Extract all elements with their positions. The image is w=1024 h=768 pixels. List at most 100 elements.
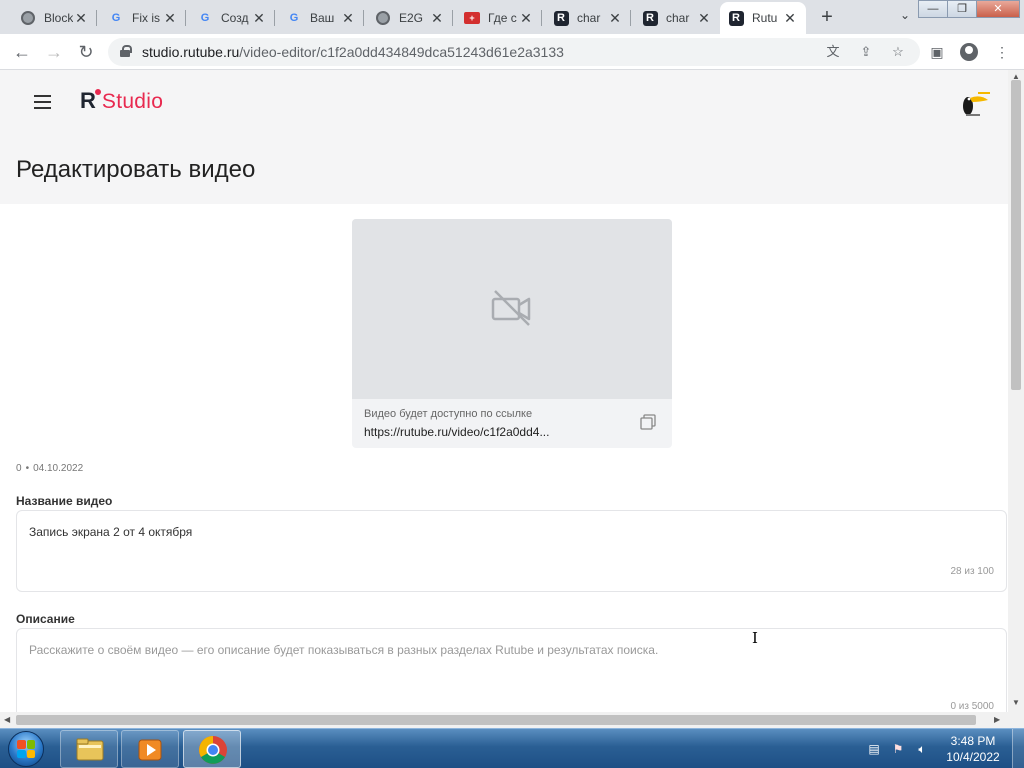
tab-title: Block: [44, 11, 73, 25]
folder-icon: [76, 738, 104, 761]
close-tab-icon[interactable]: ✕: [518, 10, 534, 26]
browser-tab[interactable]: Block ✕: [12, 2, 97, 34]
google-icon: G: [200, 12, 210, 24]
tab-title: char: [577, 11, 601, 25]
profile-avatar-icon[interactable]: [959, 42, 979, 62]
windows-logo-icon: [17, 740, 35, 758]
restore-button[interactable]: ❐: [947, 0, 977, 18]
hamburger-menu-icon[interactable]: [34, 95, 51, 109]
back-arrow-icon[interactable]: ←: [10, 40, 34, 64]
start-button[interactable]: [2, 730, 52, 768]
browser-tab[interactable]: E2G ✕: [367, 2, 453, 34]
browser-tab[interactable]: + Где с ✕: [456, 2, 542, 34]
file-explorer-taskbar-button[interactable]: [60, 730, 118, 768]
video-name-field[interactable]: Запись экрана 2 от 4 октября 28 из 100: [16, 510, 1007, 592]
address-bar[interactable]: studio.rutube.ru/video-editor/c1f2a0dd43…: [108, 38, 920, 66]
close-tab-icon[interactable]: ✕: [429, 10, 445, 26]
scroll-right-arrow-icon[interactable]: ▶: [994, 715, 1000, 724]
web-page: R Studio Редактировать видео Видео будет…: [0, 70, 1008, 712]
translate-icon[interactable]: 文: [824, 43, 842, 61]
description-label: Описание: [16, 612, 75, 626]
window-controls: — ❐ ✕: [918, 0, 1020, 18]
action-center-flag-icon[interactable]: ⚑: [890, 741, 906, 757]
bullet-separator: •: [25, 463, 30, 474]
toucan-avatar-icon[interactable]: [958, 88, 992, 118]
close-window-button[interactable]: ✕: [976, 0, 1020, 18]
system-clock[interactable]: 3:48 PM 10/4/2022: [940, 733, 1006, 765]
google-icon: G: [111, 12, 121, 24]
video-link[interactable]: https://rutube.ru/video/c1f2a0dd4...: [364, 425, 549, 439]
description-placeholder[interactable]: Расскажите о своём видео — его описание …: [29, 643, 658, 657]
chrome-taskbar-button[interactable]: [183, 730, 241, 768]
page-title: Редактировать видео: [16, 156, 256, 183]
rutube-icon: R: [728, 10, 744, 26]
globe-icon: [375, 10, 391, 26]
close-tab-icon[interactable]: ✕: [73, 10, 89, 26]
browser-tab[interactable]: R char ✕: [634, 2, 720, 34]
horizontal-scrollbar[interactable]: ◀ ▶: [0, 712, 1008, 728]
new-tab-button[interactable]: +: [815, 6, 839, 30]
video-name-value[interactable]: Запись экрана 2 от 4 октября: [29, 525, 192, 539]
tab-title: Где с: [488, 11, 517, 25]
rutube-icon: R: [553, 10, 569, 26]
browser-tab-active[interactable]: R Rutu ✕: [720, 2, 806, 34]
media-player-taskbar-button[interactable]: [121, 730, 179, 768]
tab-title: Ваш: [310, 11, 335, 25]
description-field[interactable]: Расскажите о своём видео — его описание …: [16, 628, 1007, 712]
forward-arrow-icon[interactable]: →: [42, 40, 66, 64]
close-tab-icon[interactable]: ✕: [782, 10, 798, 26]
vertical-scroll-thumb[interactable]: [1011, 80, 1021, 390]
globe-icon: [20, 10, 36, 26]
lock-icon[interactable]: [120, 45, 132, 57]
tab-title: Созд: [221, 11, 249, 25]
google-icon: G: [289, 12, 299, 24]
clock-date: 10/4/2022: [946, 750, 1000, 764]
network-icon[interactable]: ▤: [866, 741, 882, 757]
browser-tab[interactable]: G Созд ✕: [189, 2, 275, 34]
close-tab-icon[interactable]: ✕: [340, 10, 356, 26]
scroll-left-arrow-icon[interactable]: ◀: [4, 715, 10, 724]
scroll-down-arrow-icon[interactable]: ▼: [1012, 698, 1020, 707]
description-char-counter: 0 из 5000: [950, 701, 994, 712]
bookmark-star-icon[interactable]: ☆: [889, 43, 907, 61]
video-meta: 0 • 04.10.2022: [16, 463, 83, 474]
video-editor-form: Видео будет доступно по ссылке https://r…: [0, 204, 1008, 712]
vertical-scrollbar[interactable]: ▲ ▼: [1008, 70, 1024, 712]
copy-icon[interactable]: [639, 413, 657, 431]
browser-tab[interactable]: G Ваш ✕: [278, 2, 364, 34]
app-header: R Studio: [0, 70, 1008, 134]
page-title-bar: Редактировать видео: [0, 134, 1008, 204]
reload-icon[interactable]: ↻: [74, 40, 98, 64]
more-menu-icon[interactable]: ⋮: [992, 42, 1012, 62]
views-count: 0: [16, 463, 22, 474]
system-tray: ▤ ⚑ 🔈︎: [862, 729, 934, 768]
windows-taskbar: ▤ ⚑ 🔈︎ 3:48 PM 10/4/2022: [0, 728, 1024, 768]
browser-tab[interactable]: G Fix is ✕: [100, 2, 186, 34]
volume-icon[interactable]: 🔈︎: [914, 741, 930, 757]
media-player-icon: [138, 739, 162, 761]
video-preview-card: Видео будет доступно по ссылке https://r…: [352, 219, 672, 448]
tab-title: Rutu: [752, 11, 778, 25]
browser-tab-strip: Block ✕ G Fix is ✕ G Созд ✕ G Ваш ✕ E2G …: [0, 0, 1024, 34]
name-char-counter: 28 из 100: [950, 566, 994, 577]
minimize-button[interactable]: —: [918, 0, 948, 18]
tab-title: E2G: [399, 11, 424, 25]
show-desktop-button[interactable]: [1012, 729, 1024, 768]
tab-title: char: [666, 11, 690, 25]
rstudio-logo[interactable]: R Studio: [80, 88, 163, 114]
video-thumbnail-placeholder: [352, 219, 672, 399]
upload-date: 04.10.2022: [33, 463, 84, 474]
tab-search-chevron-icon[interactable]: ⌄: [896, 8, 914, 26]
horizontal-scroll-thumb[interactable]: [16, 715, 976, 725]
close-tab-icon[interactable]: ✕: [251, 10, 267, 26]
side-panel-icon[interactable]: ▣: [927, 42, 947, 62]
share-icon[interactable]: ⇪: [857, 43, 875, 61]
browser-toolbar: ← → ↻ studio.rutube.ru/video-editor/c1f2…: [0, 34, 1024, 70]
close-tab-icon[interactable]: ✕: [607, 10, 623, 26]
browser-tab[interactable]: R char ✕: [545, 2, 631, 34]
clock-time: 3:48 PM: [950, 734, 996, 748]
address-url[interactable]: studio.rutube.ru/video-editor/c1f2a0dd43…: [142, 44, 564, 60]
close-tab-icon[interactable]: ✕: [696, 10, 712, 26]
tab-title: Fix is: [132, 11, 160, 25]
close-tab-icon[interactable]: ✕: [162, 10, 178, 26]
